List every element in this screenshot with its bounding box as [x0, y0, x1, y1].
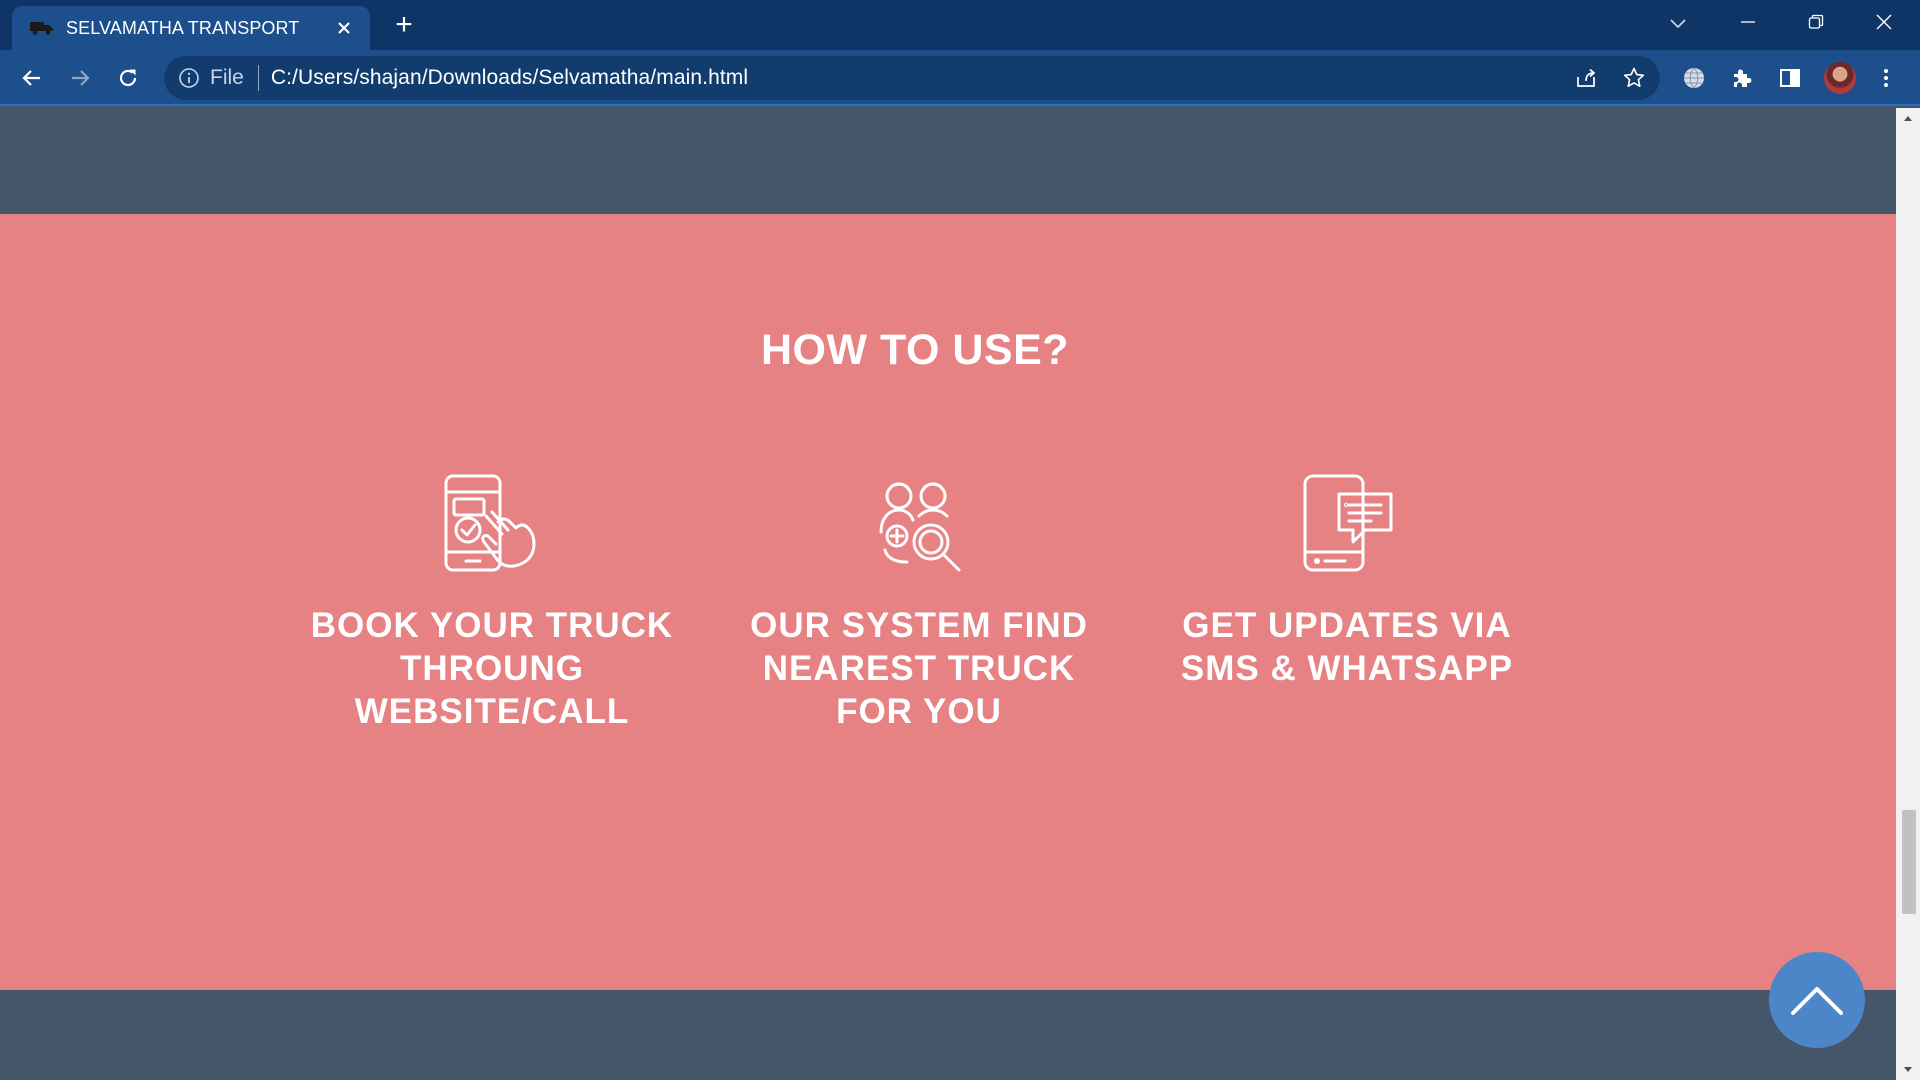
next-section-band	[0, 990, 1896, 1078]
scroll-up-arrow-icon[interactable]	[1896, 108, 1920, 128]
step-label: GET UPDATES VIA SMS & WHATSAPP	[1180, 606, 1514, 688]
close-window-icon[interactable]	[1850, 0, 1918, 44]
people-search-icon	[867, 472, 971, 576]
globe-icon[interactable]	[1680, 64, 1708, 92]
info-icon	[178, 67, 200, 89]
new-tab-button[interactable]: +	[388, 10, 420, 42]
url-text[interactable]: C:/Users/shajan/Downloads/Selvamatha/mai…	[271, 66, 748, 90]
more-menu-icon[interactable]	[1872, 64, 1900, 92]
profile-avatar[interactable]	[1824, 62, 1856, 94]
minimize-icon[interactable]	[1714, 0, 1782, 44]
restore-icon[interactable]	[1782, 0, 1850, 44]
tab-search-icon[interactable]	[1664, 12, 1692, 36]
share-icon[interactable]	[1574, 66, 1598, 90]
step-card-updates: GET UPDATES VIA SMS & WHATSAPP	[1157, 472, 1537, 690]
step-label: BOOK YOUR TRUCK THROUNG WEBSITE/CALL	[310, 606, 674, 731]
browser-toolbar: File C:/Users/shajan/Downloads/Selvamath…	[0, 50, 1920, 106]
section-title: HOW TO USE?	[760, 326, 1070, 374]
scroll-down-arrow-icon[interactable]	[1896, 1060, 1920, 1080]
page-viewport: HOW TO USE? BOOK YOUR TRUCK THROUNG WEBS…	[0, 108, 1896, 1078]
close-tab-icon[interactable]	[332, 16, 356, 40]
browser-tab-strip: SELVAMATHA TRANSPORT +	[0, 0, 1920, 50]
phone-message-icon	[1295, 472, 1399, 576]
truck-icon	[30, 21, 54, 35]
site-info-button[interactable]: File	[178, 66, 244, 90]
side-panel-icon[interactable]	[1776, 64, 1804, 92]
bookmark-star-icon[interactable]	[1622, 66, 1646, 90]
chevron-up-icon	[1789, 983, 1845, 1017]
scroll-to-top-button[interactable]	[1769, 952, 1865, 1048]
vertical-scrollbar[interactable]	[1896, 108, 1920, 1080]
phone-tap-check-icon	[440, 472, 544, 576]
forward-icon[interactable]	[62, 60, 98, 96]
step-card-book: BOOK YOUR TRUCK THROUNG WEBSITE/CALL	[302, 472, 682, 733]
extensions-puzzle-icon[interactable]	[1728, 64, 1756, 92]
tab-title: SELVAMATHA TRANSPORT	[66, 17, 300, 38]
step-card-find: OUR SYSTEM FIND NEAREST TRUCK FOR YOU	[729, 472, 1109, 733]
omnibox-divider	[257, 65, 259, 91]
step-label: OUR SYSTEM FIND NEAREST TRUCK FOR YOU	[750, 606, 1088, 731]
how-to-use-section: HOW TO USE? BOOK YOUR TRUCK THROUNG WEBS…	[0, 214, 1896, 990]
reload-icon[interactable]	[110, 60, 146, 96]
back-icon[interactable]	[14, 60, 50, 96]
scrollbar-thumb[interactable]	[1902, 810, 1916, 914]
browser-tab[interactable]: SELVAMATHA TRANSPORT	[12, 6, 370, 50]
address-bar[interactable]: File C:/Users/shajan/Downloads/Selvamath…	[164, 56, 1660, 100]
previous-section-band	[0, 108, 1896, 214]
site-info-label: File	[210, 66, 244, 89]
